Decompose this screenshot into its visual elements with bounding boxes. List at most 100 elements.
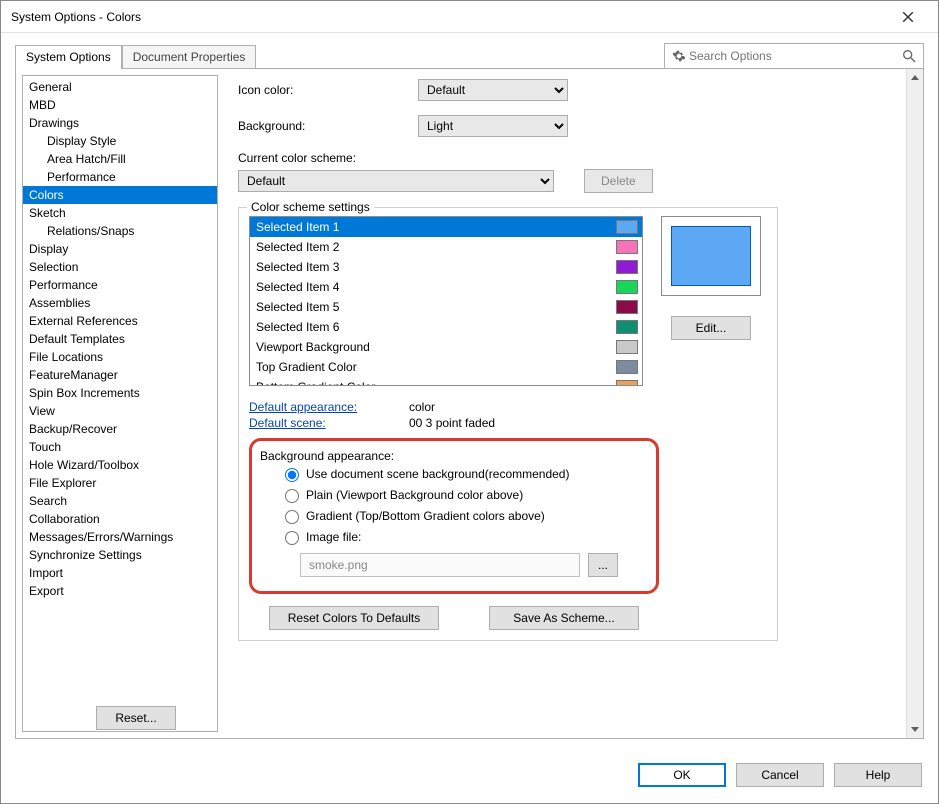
sidebar-item-general[interactable]: General [23,78,217,96]
reset-colors-button[interactable]: Reset Colors To Defaults [269,606,439,630]
color-item[interactable]: Selected Item 4 [250,277,642,297]
category-tree[interactable]: GeneralMBDDrawingsDisplay StyleArea Hatc… [22,75,218,732]
sidebar-item-drawings[interactable]: Drawings [23,114,217,132]
sidebar-item-touch[interactable]: Touch [23,438,217,456]
color-item[interactable]: Top Gradient Color [250,357,642,377]
window-title: System Options - Colors [11,10,888,24]
main-scrollbar[interactable] [906,69,923,738]
sidebar-item-featuremanager[interactable]: FeatureManager [23,366,217,384]
scheme-combo[interactable]: Default [238,170,554,192]
sidebar-item-export[interactable]: Export [23,582,217,600]
fieldset-legend: Color scheme settings [247,200,374,214]
bg-appearance-label: Background appearance: [260,449,644,463]
color-preview [661,216,761,296]
cancel-button[interactable]: Cancel [736,763,824,787]
browse-button[interactable]: ... [588,553,618,577]
sidebar-item-colors[interactable]: Colors [23,186,217,204]
sidebar-item-hole-wizard-toolbox[interactable]: Hole Wizard/Toolbox [23,456,217,474]
system-options-dialog: System Options - Colors System Options D… [0,0,939,804]
color-item-name: Selected Item 5 [256,300,616,314]
scheme-label: Current color scheme: [238,151,899,165]
close-button[interactable] [888,1,928,32]
sidebar-item-selection[interactable]: Selection [23,258,217,276]
color-item[interactable]: Selected Item 5 [250,297,642,317]
sidebar-item-file-explorer[interactable]: File Explorer [23,474,217,492]
image-file-input[interactable] [300,553,580,577]
default-scene-value: 00 3 point faded [409,416,495,430]
sidebar-item-area-hatch-fill[interactable]: Area Hatch/Fill [23,150,217,168]
color-item-name: Bottom Gradient Color [256,380,616,386]
icon-color-label: Icon color: [238,83,418,97]
sidebar-item-view[interactable]: View [23,402,217,420]
color-item[interactable]: Bottom Gradient Color [250,377,642,386]
scroll-down-icon[interactable] [907,721,923,738]
color-item-list[interactable]: Selected Item 1 Selected Item 2 Selected I… [249,216,643,386]
help-button[interactable]: Help [834,763,922,787]
default-scene-link[interactable]: Default scene: [249,416,409,430]
edit-color-button[interactable]: Edit... [671,316,751,340]
background-combo[interactable]: Light [418,115,568,137]
color-item[interactable]: Selected Item 2 [250,237,642,257]
search-icon[interactable] [901,48,917,64]
color-swatch [616,340,638,354]
icon-color-combo[interactable]: Default [418,79,568,101]
search-box[interactable] [664,43,924,69]
color-item[interactable]: Viewport Background [250,337,642,357]
color-swatch [616,380,638,386]
delete-scheme-button[interactable]: Delete [584,169,653,193]
color-swatch [616,280,638,294]
defaults-links: Default appearance: color Default scene:… [249,400,767,430]
sidebar-item-assemblies[interactable]: Assemblies [23,294,217,312]
radio-plain[interactable]: Plain (Viewport Background color above) [260,484,644,505]
default-appearance-link[interactable]: Default appearance: [249,400,409,414]
color-swatch [616,240,638,254]
sidebar-item-file-locations[interactable]: File Locations [23,348,217,366]
radio-image[interactable]: Image file: [260,526,644,547]
color-item[interactable]: Selected Item 3 [250,257,642,277]
tab-document-properties[interactable]: Document Properties [122,45,257,69]
sidebar-item-sketch[interactable]: Sketch [23,204,217,222]
sidebar-item-relations-snaps[interactable]: Relations/Snaps [23,222,217,240]
color-swatch [616,220,638,234]
sidebar-item-messages-errors-warnings[interactable]: Messages/Errors/Warnings [23,528,217,546]
color-item-name: Selected Item 2 [256,240,616,254]
search-input[interactable] [687,48,901,64]
color-item[interactable]: Selected Item 6 [250,317,642,337]
sidebar-item-mbd[interactable]: MBD [23,96,217,114]
main-pane: Icon color: Default Background: Light Cu… [218,69,923,738]
ok-button[interactable]: OK [638,763,726,787]
sidebar-item-performance[interactable]: Performance [23,168,217,186]
reset-button[interactable]: Reset... [96,706,176,730]
sidebar-item-import[interactable]: Import [23,564,217,582]
save-scheme-button[interactable]: Save As Scheme... [489,606,639,630]
color-swatch [616,320,638,334]
color-item[interactable]: Selected Item 1 [250,217,642,237]
sidebar-item-search[interactable]: Search [23,492,217,510]
dialog-buttons: OK Cancel Help [1,753,938,803]
title-bar: System Options - Colors [1,1,938,33]
close-icon [902,11,914,23]
gear-icon [671,48,687,64]
color-swatch [616,260,638,274]
radio-doc-scene[interactable]: Use document scene background(recommende… [260,463,644,484]
radio-gradient[interactable]: Gradient (Top/Bottom Gradient colors abo… [260,505,644,526]
tab-system-options[interactable]: System Options [15,45,122,69]
sidebar-item-backup-recover[interactable]: Backup/Recover [23,420,217,438]
color-item-name: Viewport Background [256,340,616,354]
sidebar-item-collaboration[interactable]: Collaboration [23,510,217,528]
sidebar-item-synchronize-settings[interactable]: Synchronize Settings [23,546,217,564]
color-swatch [616,300,638,314]
sidebar-item-display-style[interactable]: Display Style [23,132,217,150]
color-item-name: Selected Item 1 [256,220,616,234]
sidebar-item-default-templates[interactable]: Default Templates [23,330,217,348]
color-item-name: Selected Item 3 [256,260,616,274]
sidebar-item-spin-box-increments[interactable]: Spin Box Increments [23,384,217,402]
background-label: Background: [238,119,418,133]
color-item-name: Selected Item 6 [256,320,616,334]
background-appearance-group: Background appearance: Use document scen… [249,438,659,594]
scroll-up-icon[interactable] [907,69,923,86]
color-preview-swatch [671,226,751,286]
sidebar-item-external-references[interactable]: External References [23,312,217,330]
sidebar-item-display[interactable]: Display [23,240,217,258]
sidebar-item-performance[interactable]: Performance [23,276,217,294]
